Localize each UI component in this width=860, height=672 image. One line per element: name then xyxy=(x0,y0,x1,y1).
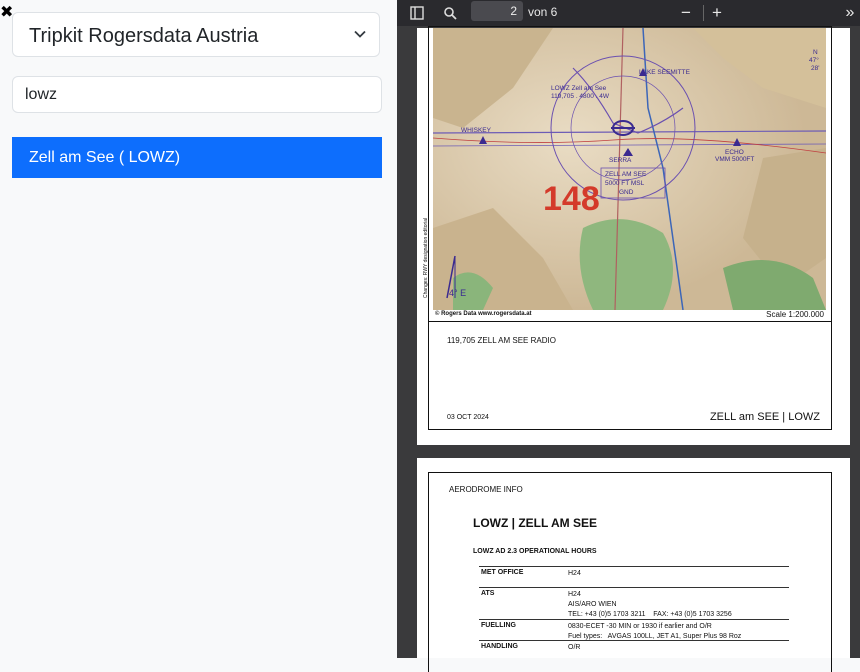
pdf-toolbar: 2 von 6 − + » xyxy=(397,0,860,26)
map-label-zell-gnd: GND xyxy=(619,189,634,196)
page-number-input[interactable]: 2 xyxy=(471,1,523,21)
info-row: ATS H24 AIS/ARO WIEN TEL: +43 (0)5 1703 … xyxy=(479,587,789,619)
aerodrome-title: LOWZ | ZELL AM SEE xyxy=(473,516,598,530)
map-label-zell-alt: 5000 FT MSL xyxy=(605,180,645,187)
map-label-variation: 4° E xyxy=(449,288,466,298)
chart-copyright: © Rogers Data www.rogersdata.at xyxy=(435,311,532,317)
map-label-freq: 119,705 . 4800 . 4W xyxy=(551,93,610,100)
map-label-echo: ECHO xyxy=(725,149,744,156)
map-label-lat: 47° xyxy=(809,56,819,64)
info-row-value: H24 AIS/ARO WIEN TEL: +43 (0)5 1703 3211… xyxy=(568,591,732,618)
map-label-zell-box: ZELL AM SEE xyxy=(605,171,647,178)
chart-scale: Scale 1:200.000 xyxy=(766,310,824,319)
operational-hours-heading: LOWZ AD 2.3 OPERATIONAL HOURS xyxy=(473,548,597,555)
pdf-viewer: 2 von 6 − + » LAKE SEEMITTE LOWZ Zell am… xyxy=(397,0,860,672)
sidebar-toggle-icon[interactable] xyxy=(409,4,425,22)
map-label-lake: LAKE SEEMITTE xyxy=(639,69,691,76)
toolbar-divider xyxy=(703,5,704,21)
chart-date: 03 OCT 2024 xyxy=(447,414,489,421)
info-row: MET OFFICE H24 xyxy=(479,566,789,581)
search-icon[interactable] xyxy=(442,4,458,22)
map-label-serra: SERRA xyxy=(609,157,632,164)
result-item-lowz[interactable]: Zell am See ( LOWZ) xyxy=(12,137,382,178)
info-row: HANDLING O/R xyxy=(479,640,789,655)
zoom-out-button[interactable]: − xyxy=(678,3,694,22)
page-total: von 6 xyxy=(528,5,558,19)
map-label-compass: N xyxy=(813,49,818,56)
search-input[interactable] xyxy=(12,76,382,113)
map-side-note: Changes: RWY designation editorial xyxy=(423,217,429,298)
info-row-key: FUELLING xyxy=(481,622,516,629)
map-label-lat-min: 28' xyxy=(811,65,819,72)
more-tools-button[interactable]: » xyxy=(842,4,858,22)
info-row-value: H24 xyxy=(568,570,581,577)
radio-frequency: 119,705 ZELL AM SEE RADIO xyxy=(447,336,556,345)
tripkit-panel: ✖ Tripkit Rogersdata Austria Zell am See… xyxy=(0,0,397,658)
map-label-lowz: LOWZ Zell am See xyxy=(551,85,607,92)
zoom-in-button[interactable]: + xyxy=(709,3,725,22)
map-label-whiskey: WHISKEY xyxy=(461,127,492,134)
chart-divider xyxy=(428,321,832,322)
info-row-value: O/R xyxy=(568,644,581,651)
tripkit-select-value: Tripkit Rogersdata Austria xyxy=(29,25,259,47)
pdf-page-1: LAKE SEEMITTE LOWZ Zell am See 119,705 .… xyxy=(417,26,850,445)
pdf-page-2: AERODROME INFO LOWZ | ZELL AM SEE LOWZ A… xyxy=(417,458,850,672)
info-row-key: MET OFFICE xyxy=(481,569,524,576)
map-elevation-mark: 148 xyxy=(543,180,600,218)
map-label-vmm: VMM 5000FT xyxy=(715,156,754,163)
aerodrome-visual-chart: LAKE SEEMITTE LOWZ Zell am See 119,705 .… xyxy=(433,28,826,310)
tripkit-select[interactable]: Tripkit Rogersdata Austria xyxy=(12,12,380,57)
info-row-value: 0830-ECET -30 MIN or 1930 if earlier and… xyxy=(568,623,742,640)
info-row-key: ATS xyxy=(481,590,495,597)
info-row: FUELLING 0830-ECET -30 MIN or 1930 if ea… xyxy=(479,619,789,641)
chevron-down-icon xyxy=(354,30,366,38)
info-row-key: HANDLING xyxy=(481,643,518,650)
chart-id: ZELL am SEE | LOWZ xyxy=(709,411,820,423)
section-heading: AERODROME INFO xyxy=(449,485,523,494)
